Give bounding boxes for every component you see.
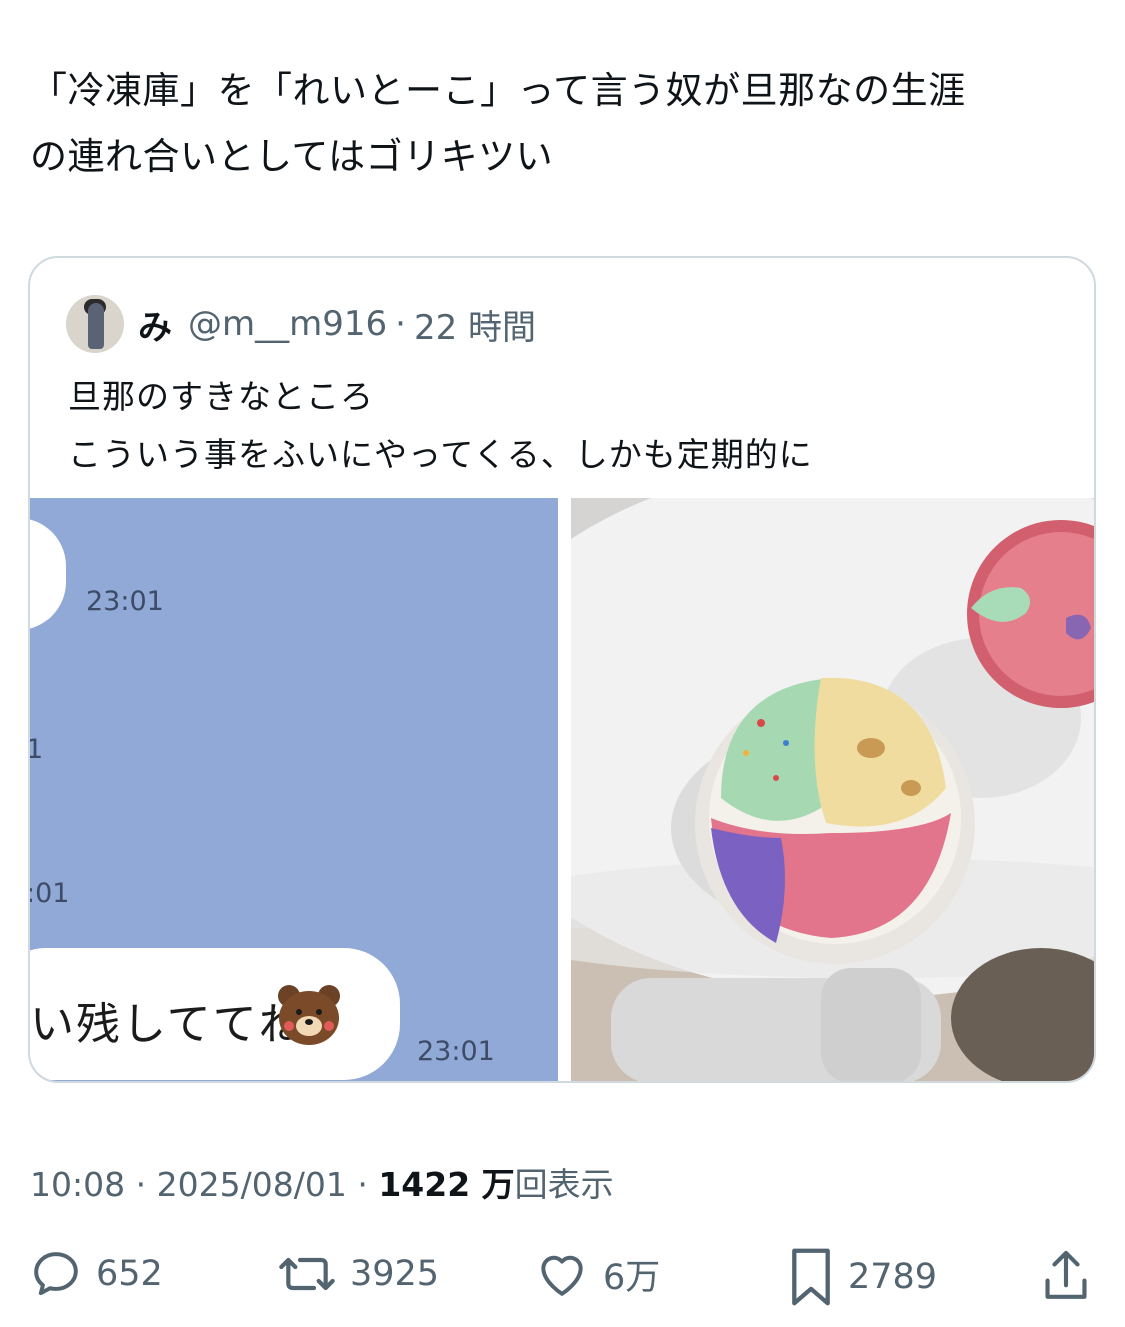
share-icon bbox=[1045, 1250, 1087, 1299]
reply-icon bbox=[34, 1252, 78, 1296]
chat-timestamp: 1 bbox=[30, 734, 43, 765]
chat-message: い残しててね bbox=[30, 999, 305, 1050]
avatar[interactable] bbox=[66, 295, 124, 353]
share-button[interactable] bbox=[1038, 1246, 1094, 1306]
tweet-time[interactable]: 10:08 bbox=[30, 1165, 125, 1204]
chat-screenshot-image[interactable]: 23:01 1 :01 い残しててね 23:01 bbox=[30, 498, 558, 1081]
quoted-text-line: 旦那のすきなところ bbox=[68, 377, 374, 416]
bear-sticker-icon bbox=[278, 985, 340, 1045]
quoted-tweet-card[interactable]: み @m__m916 · 22 時間 旦那のすきなところ こういう事をふいにやっ… bbox=[28, 256, 1096, 1083]
repost-count: 3925 bbox=[350, 1254, 440, 1294]
chat-bubble bbox=[30, 518, 66, 630]
bookmark-button[interactable]: 2789 bbox=[786, 1246, 937, 1308]
views-label: 回表示 bbox=[514, 1165, 614, 1204]
chat-timestamp: 23:01 bbox=[417, 1036, 495, 1067]
tweet-meta: 10:08 · 2025/08/01 · 1422 万回表示 bbox=[30, 1158, 614, 1206]
quoted-author-handle[interactable]: @m__m916 bbox=[188, 304, 387, 344]
separator-dot: · bbox=[357, 1165, 368, 1204]
reply-button[interactable]: 652 bbox=[28, 1246, 163, 1302]
tweet-text-line: の連れ合いとしてはゴリキツい bbox=[30, 135, 554, 178]
reply-count: 652 bbox=[96, 1254, 163, 1294]
heart-icon bbox=[541, 1255, 583, 1296]
bookmark-icon bbox=[792, 1248, 830, 1306]
quoted-text-line: こういう事をふいにやってくる、しかも定期的に bbox=[68, 435, 813, 474]
like-count: 6万 bbox=[603, 1257, 661, 1298]
quoted-tweet-text: 旦那のすきなところ こういう事をふいにやってくる、しかも定期的に bbox=[68, 368, 1068, 484]
quoted-tweet-time[interactable]: 22 時間 bbox=[414, 300, 536, 349]
tweet-text-line: 「冷凍庫」を「れいとーこ」って言う奴が旦那なの生涯 bbox=[30, 69, 966, 112]
tweet-text: 「冷凍庫」を「れいとーこ」って言う奴が旦那なの生涯 の連れ合いとしてはゴリキツい bbox=[30, 58, 1090, 190]
bookmark-count: 2789 bbox=[848, 1257, 938, 1297]
separator-dot: · bbox=[135, 1165, 147, 1204]
repost-icon bbox=[279, 1257, 335, 1291]
chat-timestamp: 23:01 bbox=[86, 586, 164, 617]
views-count: 1422 万 bbox=[378, 1165, 515, 1204]
separator-dot: · bbox=[395, 304, 406, 344]
like-button[interactable]: 6万 bbox=[533, 1246, 660, 1302]
tweet-date[interactable]: 2025/08/01 bbox=[157, 1165, 347, 1204]
chat-timestamp: :01 bbox=[30, 878, 70, 909]
ice-cream-photo[interactable] bbox=[571, 498, 1094, 1081]
quoted-author-name[interactable]: み bbox=[138, 300, 172, 349]
ice-cream-photo-art bbox=[571, 498, 1094, 1081]
tweet-actions: 652 3925 6万 2789 bbox=[0, 1246, 1125, 1316]
quoted-tweet-header: み @m__m916 · 22 時間 bbox=[66, 294, 536, 354]
repost-button[interactable]: 3925 bbox=[276, 1246, 439, 1302]
